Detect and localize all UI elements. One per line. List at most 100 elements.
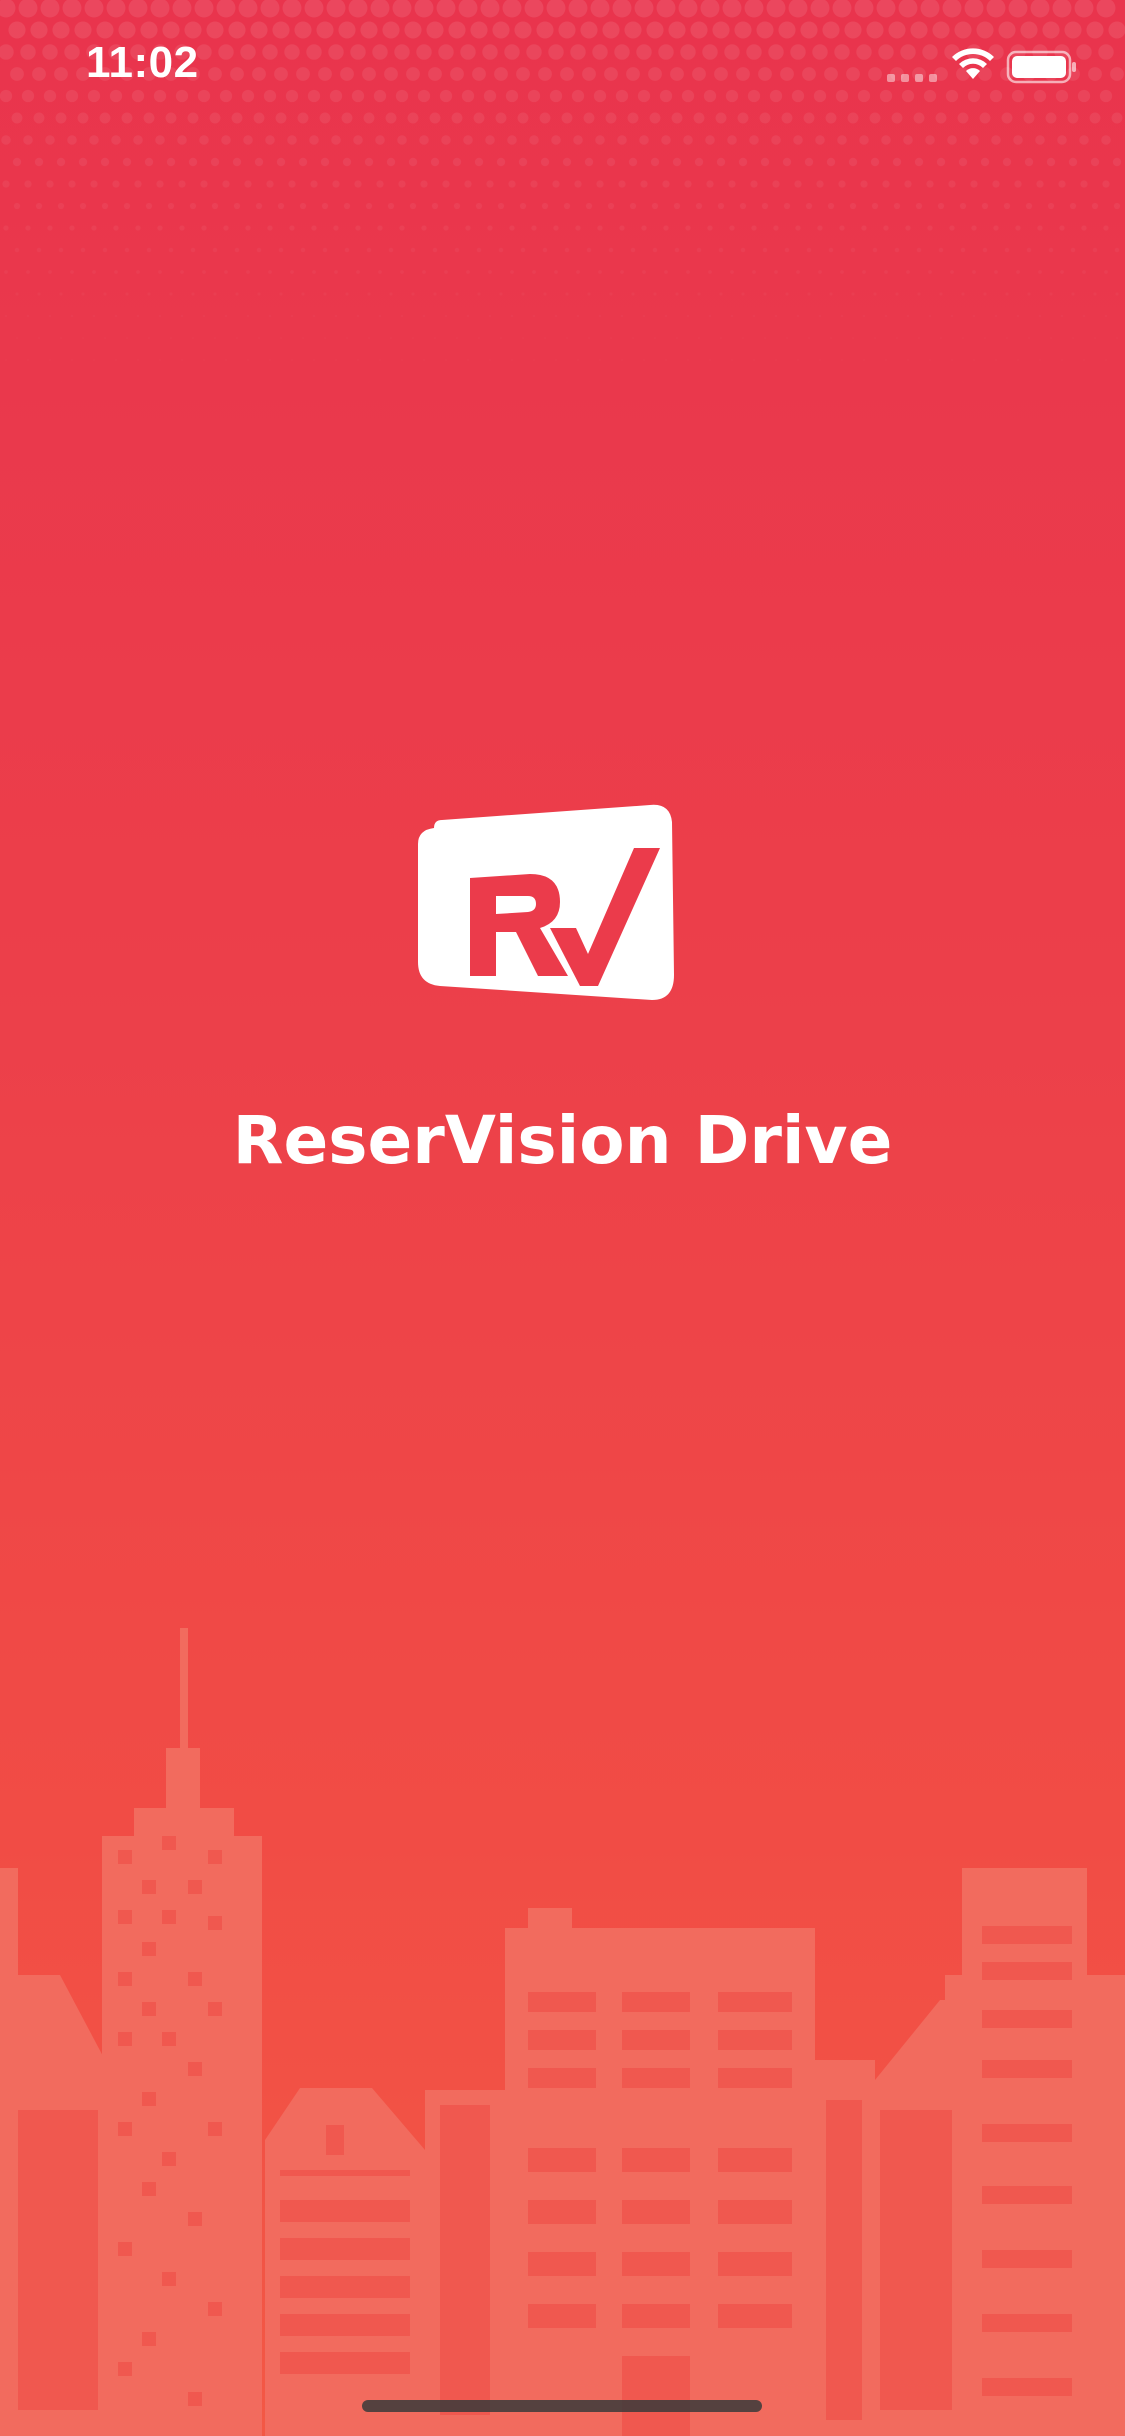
halftone-dot [47, 225, 53, 231]
halftone-dot [588, 381, 590, 383]
halftone-dot [419, 135, 429, 145]
halftone-dot [136, 270, 140, 274]
halftone-dot [1094, 381, 1096, 383]
halftone-dot [155, 135, 165, 145]
halftone-dot [301, 292, 304, 295]
halftone-dot [356, 270, 360, 274]
halftone-dot [170, 337, 172, 339]
halftone-dot [288, 180, 296, 188]
halftone-dot [573, 135, 583, 145]
halftone-dot [819, 315, 822, 318]
halftone-dot [181, 315, 184, 318]
halftone-dot [873, 292, 876, 295]
halftone-dot [401, 315, 404, 318]
halftone-dot [511, 403, 513, 405]
halftone-dot [816, 180, 824, 188]
halftone-dot [874, 337, 876, 339]
halftone-dot [1017, 359, 1019, 361]
halftone-dot [1057, 135, 1067, 145]
halftone-dot [59, 292, 62, 295]
halftone-dot [1115, 292, 1118, 295]
home-indicator[interactable] [362, 2400, 762, 2412]
halftone-dot [287, 135, 297, 145]
halftone-dot [544, 381, 546, 383]
halftone-dot [661, 135, 671, 145]
halftone-dot [608, 247, 614, 253]
halftone-dot [1104, 270, 1108, 274]
halftone-dot [103, 292, 106, 295]
halftone-dot [290, 270, 294, 274]
halftone-dot [741, 292, 744, 295]
halftone-dot [805, 202, 813, 210]
halftone-dot [551, 135, 561, 145]
halftone-dot [489, 403, 491, 405]
halftone-dot [1102, 180, 1110, 188]
halftone-dot [355, 225, 361, 231]
halftone-dot [1081, 225, 1087, 231]
halftone-dot [354, 180, 362, 188]
halftone-dot [973, 315, 976, 318]
halftone-dot [1015, 225, 1021, 231]
halftone-dot [291, 403, 293, 405]
halftone-dot [719, 292, 722, 295]
halftone-dot [441, 135, 451, 145]
halftone-dot [189, 202, 197, 210]
halftone-dot [453, 202, 461, 210]
halftone-dot [1006, 337, 1008, 339]
halftone-dot [434, 337, 436, 339]
halftone-dot [675, 292, 678, 295]
halftone-dot [388, 247, 394, 253]
halftone-dot [851, 292, 854, 295]
halftone-dot [167, 202, 175, 210]
halftone-dot [387, 202, 395, 210]
halftone-dot [323, 292, 326, 295]
halftone-dot [674, 247, 680, 253]
halftone-dot [896, 337, 898, 339]
halftone-dot [794, 180, 802, 188]
halftone-dot [82, 337, 84, 339]
halftone-dot [938, 247, 944, 253]
halftone-dot [244, 180, 252, 188]
halftone-dot [522, 337, 524, 339]
halftone-dot [850, 247, 856, 253]
halftone-dot [752, 270, 756, 274]
halftone-dot [983, 292, 986, 295]
halftone-dot [509, 225, 515, 231]
halftone-dot [629, 202, 637, 210]
halftone-dot [313, 403, 315, 405]
halftone-dot [641, 225, 647, 231]
halftone-dot [576, 270, 580, 274]
halftone-dot [984, 381, 986, 383]
halftone-dot [1039, 403, 1041, 405]
halftone-dot [564, 247, 570, 253]
halftone-dot [960, 247, 966, 253]
halftone-dot [1083, 403, 1085, 405]
halftone-dot [310, 180, 318, 188]
halftone-dot [279, 292, 282, 295]
halftone-dot [3, 225, 9, 231]
halftone-dot [192, 381, 194, 383]
halftone-dot [1082, 270, 1086, 274]
halftone-dot [49, 359, 51, 361]
halftone-dot [353, 135, 363, 145]
halftone-dot [750, 180, 758, 188]
halftone-dot [214, 337, 216, 339]
halftone-dot [45, 135, 55, 145]
halftone-dot [57, 202, 65, 210]
halftone-dot [25, 225, 31, 231]
halftone-dot [818, 270, 822, 274]
halftone-dot [676, 337, 678, 339]
halftone-dot [102, 247, 108, 253]
halftone-dot [368, 337, 370, 339]
halftone-dot [720, 381, 722, 383]
halftone-dot [642, 270, 646, 274]
halftone-dot [860, 180, 868, 188]
battery-icon [1006, 50, 1076, 84]
halftone-dot [442, 180, 450, 188]
halftone-dot [652, 247, 658, 253]
halftone-dot [1038, 270, 1042, 274]
halftone-dot [465, 225, 471, 231]
halftone-dot [870, 157, 880, 167]
halftone-dot [694, 157, 704, 167]
halftone-dot [775, 315, 778, 318]
